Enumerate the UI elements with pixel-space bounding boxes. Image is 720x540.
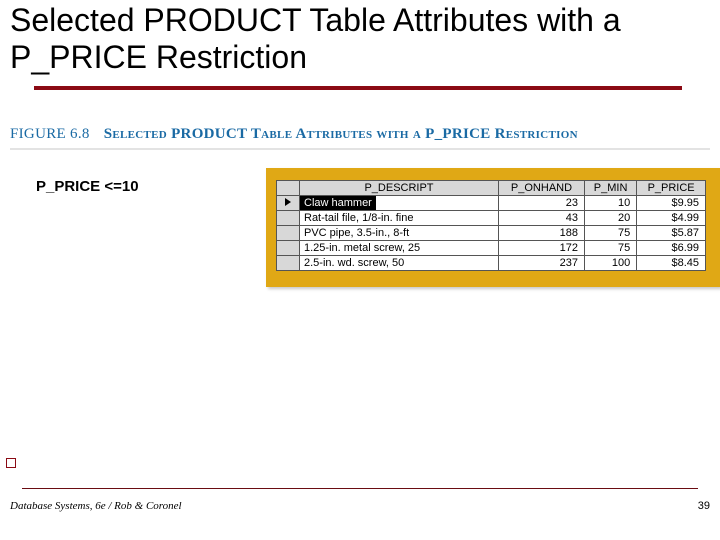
slide-title: Selected PRODUCT Table Attributes with a… — [10, 2, 710, 76]
cell-p-price: $4.99 — [637, 211, 706, 226]
row-selector-cell — [277, 211, 300, 226]
table-row: PVC pipe, 3.5-in., 8-ft18875$5.87 — [277, 226, 706, 241]
col-header: P_MIN — [584, 181, 636, 196]
table-row: Claw hammer 2310$9.95 — [277, 196, 706, 211]
cell-p-price: $5.87 — [637, 226, 706, 241]
cell-p-price: $8.45 — [637, 256, 706, 271]
cell-p-onhand: 23 — [499, 196, 585, 211]
cell-p-price: $6.99 — [637, 241, 706, 256]
table-row: 2.5-in. wd. screw, 50237100$8.45 — [277, 256, 706, 271]
col-header: P_PRICE — [637, 181, 706, 196]
figure-title: Selected PRODUCT Table Attributes with a… — [104, 126, 578, 142]
selected-cell-highlight: Claw hammer — [300, 196, 376, 210]
cell-p-onhand: 172 — [499, 241, 585, 256]
cell-p-min: 10 — [584, 196, 636, 211]
page-number: 39 — [698, 500, 710, 512]
table-row: Rat-tail file, 1/8-in. fine4320$4.99 — [277, 211, 706, 226]
cell-p-descript: 1.25-in. metal screw, 25 — [300, 241, 499, 256]
table-row: 1.25-in. metal screw, 2517275$6.99 — [277, 241, 706, 256]
cell-p-descript: Claw hammer — [300, 196, 499, 211]
cell-p-descript: PVC pipe, 3.5-in., 8-ft — [300, 226, 499, 241]
footer-text: Database Systems, 6e / Rob & Coronel — [10, 500, 182, 512]
title-underline — [34, 86, 682, 90]
row-selector-cell — [277, 241, 300, 256]
decorative-bullet — [6, 458, 16, 468]
cell-p-onhand: 43 — [499, 211, 585, 226]
footer-rule — [22, 488, 698, 489]
result-table: P_DESCRIPT P_ONHAND P_MIN P_PRICE Claw h… — [276, 180, 706, 271]
col-header: P_DESCRIPT — [300, 181, 499, 196]
row-selector-cell — [277, 256, 300, 271]
cell-p-onhand: 237 — [499, 256, 585, 271]
cell-p-descript: 2.5-in. wd. screw, 50 — [300, 256, 499, 271]
figure-caption: FIGURE 6.8 Selected PRODUCT Table Attrib… — [10, 126, 578, 143]
figure-caption-rule — [10, 148, 710, 150]
table-corner-cell — [277, 181, 300, 196]
result-table-panel: P_DESCRIPT P_ONHAND P_MIN P_PRICE Claw h… — [266, 168, 720, 287]
restriction-label: P_PRICE <=10 — [36, 178, 139, 195]
cell-p-price: $9.95 — [637, 196, 706, 211]
row-selector-cell — [277, 196, 300, 211]
cell-p-min: 75 — [584, 241, 636, 256]
cell-p-min: 20 — [584, 211, 636, 226]
figure-number: FIGURE 6.8 — [10, 126, 90, 142]
cell-p-onhand: 188 — [499, 226, 585, 241]
cell-p-min: 75 — [584, 226, 636, 241]
col-header: P_ONHAND — [499, 181, 585, 196]
table-header-row: P_DESCRIPT P_ONHAND P_MIN P_PRICE — [277, 181, 706, 196]
current-row-pointer-icon — [285, 198, 291, 206]
row-selector-cell — [277, 226, 300, 241]
cell-p-min: 100 — [584, 256, 636, 271]
cell-p-descript: Rat-tail file, 1/8-in. fine — [300, 211, 499, 226]
